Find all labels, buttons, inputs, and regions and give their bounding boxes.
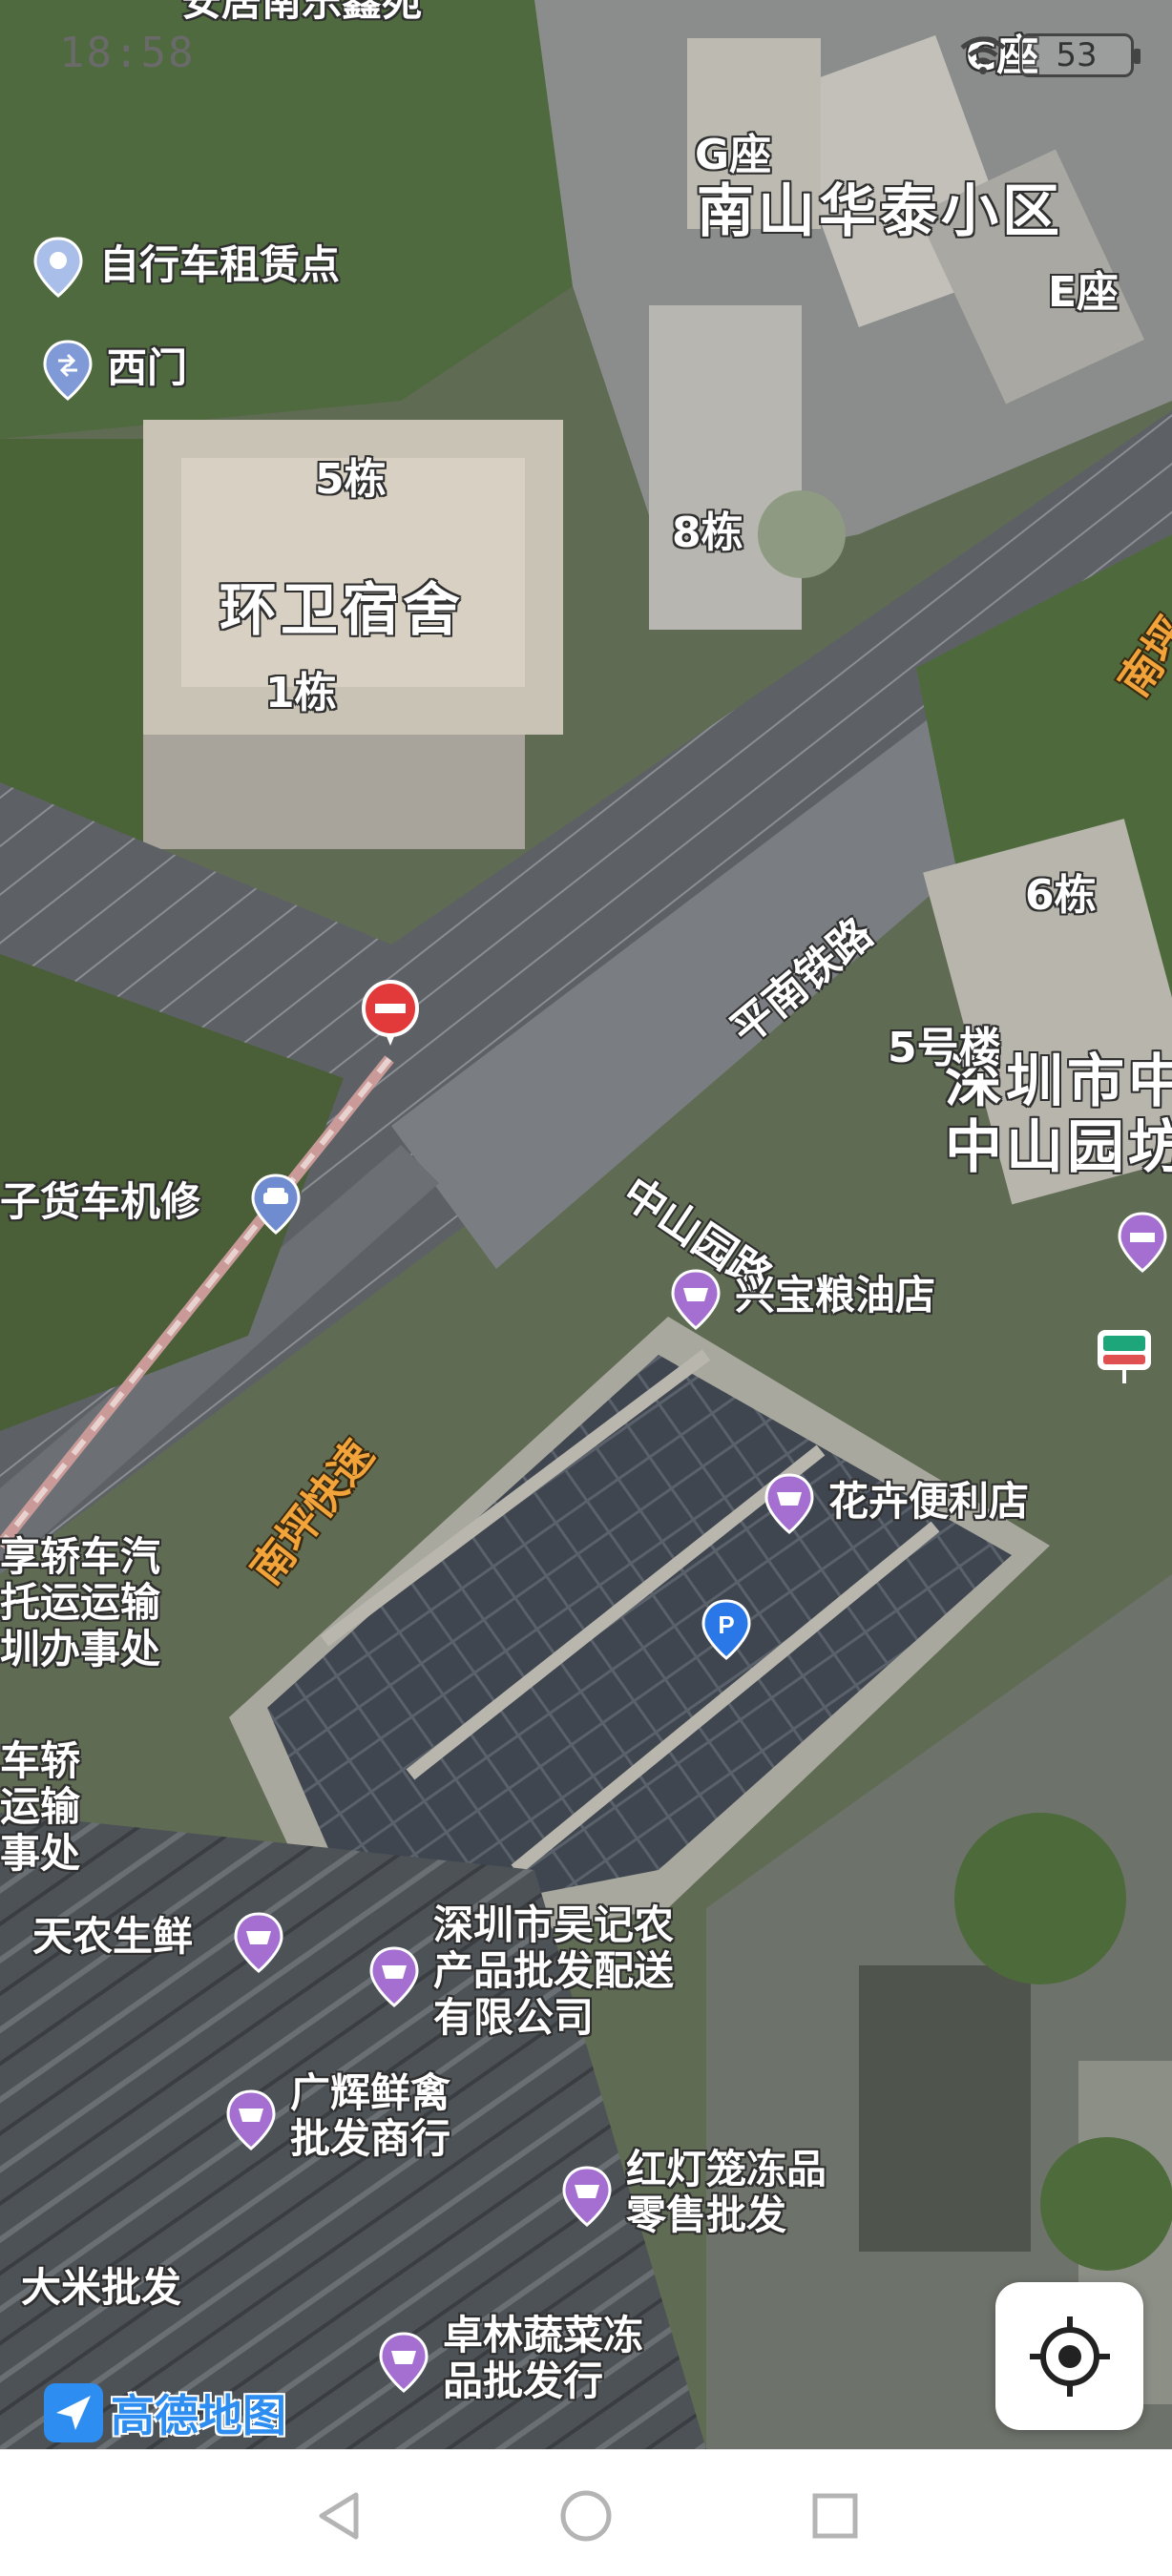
- shopping-basket-icon[interactable]: [378, 2332, 429, 2393]
- shopping-basket-icon[interactable]: [233, 1912, 284, 1973]
- building-label-e: E座: [1048, 268, 1120, 317]
- poi-label-huahui[interactable]: 花卉便利店: [828, 1478, 1029, 1525]
- poi-label-car-transport-1[interactable]: 享轿车汽 托运运输 圳办事处: [0, 1533, 160, 1672]
- amap-logo-icon: [44, 2383, 103, 2442]
- hotel-icon[interactable]: [1117, 1212, 1168, 1273]
- status-time: 18:58: [59, 29, 196, 77]
- recents-button[interactable]: [802, 2483, 869, 2549]
- back-button[interactable]: [305, 2483, 372, 2549]
- building-label-g: G座: [695, 131, 772, 179]
- status-icons: 53: [958, 27, 1141, 84]
- no-entry-icon[interactable]: [361, 979, 420, 1048]
- amap-logo: 高德地图: [44, 2381, 286, 2444]
- poi-label-xingbao[interactable]: 兴宝粮油店: [735, 1272, 935, 1319]
- shopping-basket-icon[interactable]: [225, 2089, 277, 2150]
- building-label-5: 5栋: [315, 455, 387, 504]
- home-button[interactable]: [553, 2483, 619, 2549]
- shopping-basket-icon[interactable]: [764, 1473, 815, 1534]
- building-label-1: 1栋: [265, 669, 337, 717]
- location-pin-icon[interactable]: [32, 237, 84, 298]
- area-label-huanwei-dorm: 环卫宿舍: [220, 577, 464, 644]
- poi-label-truck-repair[interactable]: 子货车机修: [0, 1178, 200, 1225]
- wifi-icon: [960, 36, 1006, 74]
- bus-stop-icon[interactable]: [1096, 1328, 1153, 1385]
- poi-label-tiannong[interactable]: 天农生鲜: [32, 1913, 193, 1960]
- amap-logo-text: 高德地图: [111, 2390, 286, 2441]
- back-icon: [319, 2492, 359, 2540]
- poi-label-wuji[interactable]: 深圳市吴记农 产品批发配送 有限公司: [433, 1901, 674, 2041]
- car-icon[interactable]: [250, 1174, 302, 1235]
- system-nav-bar: [0, 2449, 1172, 2576]
- building-label-6: 6栋: [1025, 871, 1097, 920]
- poi-label-west-gate[interactable]: 西门: [107, 344, 187, 391]
- shopping-basket-icon[interactable]: [670, 1269, 722, 1330]
- poi-label-dami[interactable]: 大米批发: [21, 2264, 181, 2311]
- satellite-map[interactable]: 南山华泰小区 环卫宿舍 深圳市中 中山园坊 G座 E座 C座 5栋 8栋 1栋 …: [0, 0, 1172, 2449]
- recents-icon: [812, 2493, 858, 2539]
- poi-label-top-cut[interactable]: 安居南乐鑫苑: [181, 0, 422, 25]
- shopping-basket-icon[interactable]: [368, 1946, 420, 2007]
- battery-level: 53: [1056, 36, 1098, 74]
- parking-icon[interactable]: P: [701, 1599, 752, 1660]
- gate-icon[interactable]: [42, 340, 94, 401]
- poi-label-guanghui[interactable]: 广辉鲜禽 批发商行: [290, 2069, 450, 2163]
- battery-indicator: 53: [1019, 33, 1141, 77]
- locate-button[interactable]: [995, 2282, 1143, 2430]
- shopping-basket-icon[interactable]: [561, 2166, 613, 2227]
- building-label-8: 8栋: [672, 509, 743, 557]
- home-icon: [560, 2490, 612, 2542]
- poi-label-zhuolin[interactable]: 卓林蔬菜冻 品批发行: [443, 2312, 643, 2405]
- locate-icon: [1029, 2316, 1110, 2397]
- area-label-nanshan-huatai: 南山华泰小区: [697, 178, 1063, 245]
- poi-label-car-transport-2[interactable]: 车轿 运输 事处: [0, 1737, 80, 1877]
- poi-label-hongdenglong[interactable]: 红灯笼冻品 零售批发: [626, 2146, 827, 2239]
- poi-label-bike-rental[interactable]: 自行车租赁点: [99, 241, 340, 288]
- building-label-5-hao: 5号楼: [888, 1024, 1001, 1072]
- svg-text:P: P: [718, 1610, 734, 1639]
